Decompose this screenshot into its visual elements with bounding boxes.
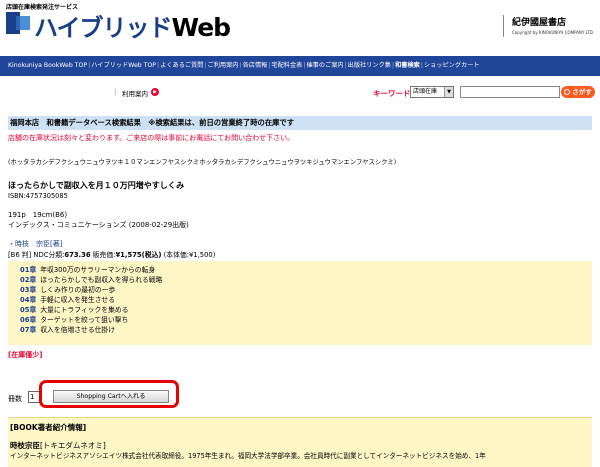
chapter-item: 04章 手軽に収入を発生させる xyxy=(20,295,592,305)
chapter-title: 年収300万のサラリーマンからの転身 xyxy=(40,266,156,274)
chapter-title: しくみ作りの最初の一歩 xyxy=(40,286,116,294)
chapter-number: 05章 xyxy=(20,306,37,314)
price-suffix: (本体価:¥1,500) xyxy=(161,251,216,259)
book-isbn: ISBN:4757305085 xyxy=(8,192,68,200)
chapter-item: 06章 ターゲットを絞って狙い撃ち xyxy=(20,315,592,325)
author-link[interactable]: 時枝 宗臣[著] xyxy=(15,240,62,248)
author-reading: [トキエダムネオミ] xyxy=(40,441,106,450)
bullet: ・ xyxy=(8,240,15,248)
site-header: 店頭在庫検索発注サービス ハイブリッドWeb 紀伊國屋書店 Copyright … xyxy=(0,0,600,52)
stock-status: [在庫僅少] xyxy=(8,351,43,359)
search-icon xyxy=(564,89,571,95)
chapter-list: 01章 年収300万のサラリーマンからの転身 02章 ほったらかしでも副収入を得られ… xyxy=(8,261,592,345)
book-title-kana: (ホッタラカシデフクシュウニュウヲツキ１０マンエンフヤスシクミホッタラカシデフク… xyxy=(8,159,397,166)
chapter-item: 05章 大量にトラフィックを集める xyxy=(20,305,592,315)
hybrid-logo-icon[interactable] xyxy=(6,12,30,34)
book-publisher: インデックス・コミュニケーションズ (2008-02-29出版) xyxy=(8,221,189,229)
nav-item-faq[interactable]: よくあるご質問 xyxy=(160,56,203,76)
company-logo[interactable]: 紀伊國屋書店 Copyright by KINOKUNIYA COMPANY L… xyxy=(503,15,594,37)
keyword-search-input[interactable] xyxy=(460,86,560,98)
company-name: 紀伊國屋書店 xyxy=(512,18,567,28)
ndc-number: 673.36 xyxy=(64,251,91,259)
chapter-item: 01章 年収300万のサラリーマンからの転身 xyxy=(20,265,592,275)
price-mid: 販売価: xyxy=(90,251,116,259)
price-tax-included: ¥1,575(税込) xyxy=(115,251,162,259)
search-scope-value: 店頭在庫 xyxy=(413,88,438,95)
author-name-text: 時枝宗臣 xyxy=(10,441,40,450)
chapter-item: 07章 収入を倍増させる仕掛け xyxy=(20,325,592,335)
author-info-box: [BOOK著者紹介情報] 時枝宗臣[トキエダムネオミ] インターネットビジネスア… xyxy=(8,417,592,467)
author-bio: インターネットビジネスアソシエイツ株式会社代表取締役。1975年生まれ。福岡大学… xyxy=(10,452,486,460)
chapter-number: 01章 xyxy=(20,266,37,274)
author-name: 時枝宗臣[トキエダムネオミ] xyxy=(10,440,106,451)
logo-web-text: Web xyxy=(171,13,232,42)
chapter-item: 03章 しくみ作りの最初の一歩 xyxy=(20,285,592,295)
nav-item-bookweb-top[interactable]: Kinokuniya BookWeb TOP xyxy=(8,56,87,76)
nav-item-book-search[interactable]: 和書検索 xyxy=(395,56,420,76)
search-bar: | 利用案内 ▶ キーワード検索 店頭在庫 ▼ さがす xyxy=(0,86,600,100)
chapter-title: 収入を倍増させる仕掛け xyxy=(40,326,116,334)
author-info-title: [BOOK著者紹介情報] xyxy=(10,423,87,432)
chapter-title: ほったらかしでも副収入を得られる戦略 xyxy=(40,276,163,284)
chapter-title: ターゲットを絞って狙い撃ち xyxy=(40,316,129,324)
chapter-number: 06章 xyxy=(20,316,37,324)
search-button[interactable]: さがす xyxy=(561,86,595,98)
book-author-line: ・時枝 宗臣[著] xyxy=(8,239,62,249)
nav-item-guide[interactable]: ご利用案内 xyxy=(208,56,239,76)
chapter-number: 04章 xyxy=(20,296,37,304)
chapter-number: 03章 xyxy=(20,286,37,294)
quantity-label: 冊数 xyxy=(8,395,22,403)
nav-item-events[interactable]: 催事のご案内 xyxy=(306,56,343,76)
nav-item-cart[interactable]: ショッピングカート xyxy=(424,56,480,76)
nav-item-delivery[interactable]: 宅配料金表 xyxy=(271,56,302,76)
book-price-line: [B6 判] NDC分類:673.36 販売価:¥1,575(税込) (本体価:… xyxy=(8,249,215,259)
nav-item-hybrid-top[interactable]: ハイブリッドWeb TOP xyxy=(91,56,156,76)
chevron-down-icon[interactable]: ▼ xyxy=(444,87,453,97)
arrow-right-icon[interactable]: ▶ xyxy=(151,88,159,96)
main-nav: Kinokuniya BookWeb TOP|ハイブリッドWeb TOP|よくあ… xyxy=(0,56,600,76)
logo-main-text: ハイブリッド xyxy=(34,14,173,42)
chapter-number: 07章 xyxy=(20,326,37,334)
search-button-label: さがす xyxy=(572,88,592,96)
store-result-header: 福岡本店 和書籍データベース検索結果 ※検索結果は、前日の営業終了時の在庫です xyxy=(8,116,592,130)
book-pages: 191p 19cm(B6) xyxy=(8,211,68,219)
site-logo[interactable]: ハイブリッドWeb xyxy=(34,8,232,43)
nav-item-publishers[interactable]: 出版社リンク集 xyxy=(348,56,391,76)
stock-notice: 店舗の在庫状況は刻々と変わります。ご来店の際は事前にお電話にてお問い合わせ下さい… xyxy=(8,134,295,142)
chapter-number: 02章 xyxy=(20,276,37,284)
nav-item-stores[interactable]: 各店情報 xyxy=(243,56,268,76)
chapter-item: 02章 ほったらかしでも副収入を得られる戦略 xyxy=(20,275,592,285)
guide-divider: | xyxy=(114,88,117,96)
search-scope-select[interactable]: 店頭在庫 ▼ xyxy=(410,86,454,98)
chapter-title: 手軽に収入を発生させる xyxy=(40,296,116,304)
chapter-title: 大量にトラフィックを集める xyxy=(40,306,129,314)
add-to-cart-button[interactable]: Shopping Cartへ入れる xyxy=(53,390,169,403)
price-prefix: [B6 判] NDC分類: xyxy=(8,251,65,259)
company-copyright: Copyright by KINOKUNIYA COMPANY LTD. xyxy=(512,30,595,35)
guide-link[interactable]: 利用案内 xyxy=(122,88,148,98)
book-title: ほったらかしで副収入を月１０万円増やすしくみ xyxy=(8,181,185,190)
